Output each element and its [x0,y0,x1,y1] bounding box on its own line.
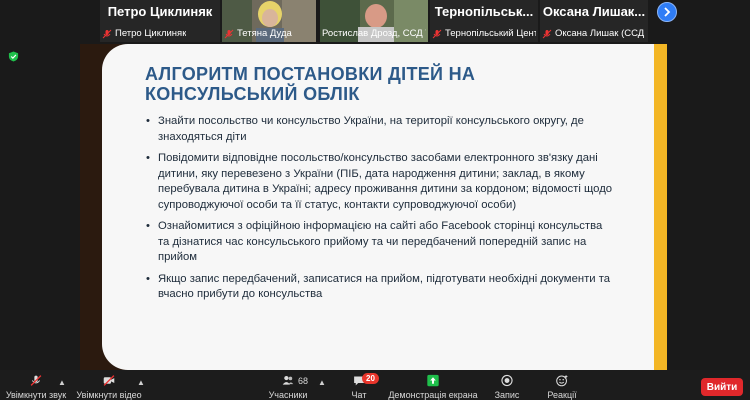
reactions-label: Реакції [547,390,577,400]
participant-gallery: Петро Циклиняк Петро Циклиняк Тетяна Дуд… [0,0,750,44]
participants-count: 68 [298,376,309,386]
participant-caption-text: Тетяна Дуда [237,28,292,39]
participants-options-caret-icon[interactable]: ▲ [318,378,326,387]
slide-title: АЛГОРИТМ ПОСТАНОВКИ ДІТЕЙ НА КОНСУЛЬСЬКИ… [145,64,476,104]
slide-bullet: Ознайомитися з офіційною інформацією на … [146,219,616,266]
mic-off-icon [224,29,234,38]
record-button[interactable]: Запис [490,374,524,400]
chat-label: Чат [351,390,367,400]
mic-off-icon [102,29,112,38]
record-label: Запис [494,390,520,400]
record-icon [501,374,513,387]
participant-caption-text: Тернопільський Цент... [445,28,536,39]
unmute-button[interactable]: Увімкнути звук [6,374,66,400]
slide-bullet: Якщо запис передбачений, записатися на п… [146,272,616,303]
share-screen-label: Демонстрація екрана [388,390,478,400]
meeting-toolbar: Увімкнути звук ▲ Увімкнути відео ▲ Учасн… [0,370,750,400]
participant-tile[interactable]: Оксана Лишак... Оксана Лишак (ССД ... [540,0,648,42]
slide-bullet-list: Знайти посольство чи консульство України… [146,114,616,309]
participant-name-large: Тернопільськ... [434,4,534,19]
participant-caption: Тернопільський Цент... [432,28,536,39]
zoom-meeting-window: Петро Циклиняк Петро Циклиняк Тетяна Дуд… [0,0,750,400]
participant-tile[interactable]: Тетяна Дуда [222,0,316,42]
participant-caption-text: Оксана Лишак (ССД ... [555,28,646,39]
participant-caption: Ростислав Дрозд, ССД Т... [322,28,426,39]
chat-unread-badge: 20 [362,373,379,384]
slide-bullet: Повідомити відповідне посольство/консуль… [146,151,616,213]
mic-muted-icon [30,375,42,386]
shield-check-icon[interactable] [8,51,19,62]
gallery-next-page-button[interactable] [657,2,677,22]
participants-icon [282,375,294,385]
participant-caption: Оксана Лишак (ССД ... [542,28,646,39]
video-off-icon [103,375,115,386]
video-options-caret-icon[interactable]: ▲ [137,378,145,387]
participant-tile-active-speaker[interactable]: Ростислав Дрозд, ССД Т... [320,0,428,42]
participant-caption-text: Ростислав Дрозд, ССД Т... [322,28,426,39]
participants-label: Учасники [268,390,308,400]
mic-off-icon [542,29,552,38]
reactions-button[interactable]: Реакції [540,374,584,400]
chevron-right-icon [664,7,671,17]
start-video-label: Увімкнути відео [76,390,142,400]
participant-tile[interactable]: Тернопільськ... Тернопільський Цент... [430,0,538,42]
participant-caption: Тетяна Дуда [224,28,292,39]
leave-meeting-button[interactable]: Вийти [701,378,743,396]
participant-tile[interactable]: Петро Циклиняк Петро Циклиняк [100,0,220,42]
slide-bullet: Знайти посольство чи консульство України… [146,114,616,145]
start-video-button[interactable]: Увімкнути відео [76,374,142,400]
smiley-icon [556,375,568,387]
unmute-label: Увімкнути звук [5,390,67,400]
participant-caption-text: Петро Циклиняк [115,28,187,39]
participant-name-large: Петро Циклиняк [107,4,213,19]
slide-decor-right [654,44,667,370]
participant-caption: Петро Циклиняк [102,28,186,39]
mic-off-icon [432,29,442,38]
share-screen-icon [427,374,439,387]
shared-screen-slide: АЛГОРИТМ ПОСТАНОВКИ ДІТЕЙ НА КОНСУЛЬСЬКИ… [80,44,667,370]
audio-options-caret-icon[interactable]: ▲ [58,378,66,387]
participant-name-large: Оксана Лишак... [542,4,646,19]
share-screen-button[interactable]: Демонстрація екрана [388,374,478,400]
